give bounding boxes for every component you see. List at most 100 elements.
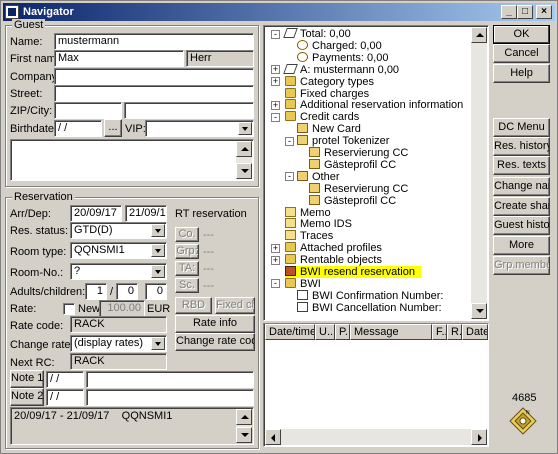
tree-item[interactable]: Rentable objects [285, 254, 382, 266]
col-header[interactable]: R.. [447, 324, 462, 340]
scroll-left-icon[interactable] [265, 429, 281, 445]
tree-item[interactable]: Gästeprofil CC [309, 194, 396, 207]
col-header[interactable]: Message [350, 324, 432, 340]
help-button[interactable]: Help [493, 64, 550, 83]
scroll-right-icon[interactable] [471, 429, 487, 445]
col-header[interactable]: F.. [432, 324, 447, 340]
collapse-icon[interactable]: - [271, 279, 280, 289]
tree-item[interactable]: BWI Cancellation Number: [297, 301, 442, 314]
expand-icon[interactable]: + [271, 100, 280, 110]
res-texts-button[interactable]: Res. texts [493, 156, 550, 175]
sc-button[interactable]: Sc. [175, 278, 199, 293]
close-button[interactable]: × [536, 5, 552, 19]
name-field[interactable]: mustermann [54, 33, 254, 50]
tree-scrollbar[interactable] [471, 27, 487, 319]
chevron-down-icon[interactable] [151, 244, 165, 257]
room-no-select[interactable]: ? [70, 263, 167, 280]
grp-button[interactable]: Grp: [175, 244, 199, 259]
tree-item[interactable]: Credit cards [285, 111, 359, 123]
message-grid[interactable]: Date/time U.. P.. Message F.. R.. Date [263, 323, 489, 447]
tree-item[interactable]: Payments: 0,00 [297, 51, 388, 64]
guest-notes-box[interactable] [10, 139, 254, 181]
tree-item[interactable]: A: mustermann 0,00 [283, 63, 399, 76]
res-history-button[interactable]: Res. history [493, 137, 550, 156]
adults-field[interactable]: 1 [85, 283, 107, 300]
collapse-icon[interactable]: - [271, 29, 280, 39]
children-field[interactable]: 0 [116, 283, 138, 300]
co-button[interactable]: Co. [175, 227, 199, 242]
birthdate-field[interactable]: / / [54, 120, 102, 137]
tree-item[interactable]: Fixed charges [285, 87, 369, 100]
ok-button[interactable]: OK [493, 25, 550, 44]
change-rate-code-button[interactable]: Change rate code [175, 333, 255, 351]
summary-scrollbar[interactable] [236, 409, 252, 443]
guest-notes-scrollbar[interactable] [236, 141, 252, 179]
cancel-button[interactable]: Cancel [493, 44, 550, 63]
note2-button[interactable]: Note 2: [10, 388, 44, 406]
collapse-icon[interactable]: - [285, 172, 294, 182]
expand-icon[interactable]: + [271, 65, 280, 75]
tree-item[interactable]: protel Tokenizer [297, 135, 389, 147]
tree-item[interactable]: Reservierung CC [309, 147, 408, 159]
chevron-down-icon[interactable] [238, 122, 252, 135]
change-name-button[interactable]: Change name [493, 177, 550, 196]
col-header[interactable]: Date [462, 324, 488, 340]
note1-date-field[interactable]: / / [46, 371, 84, 388]
change-rate-select[interactable]: (display rates) [70, 335, 167, 352]
new-rate-checkbox[interactable] [63, 303, 75, 315]
collapse-icon[interactable]: - [285, 136, 294, 146]
tree-item[interactable]: BWI resend reservation [285, 266, 421, 278]
more-button[interactable]: More [493, 236, 550, 255]
tree-item[interactable]: Other [297, 170, 340, 183]
tree-item[interactable]: Total: 0,00 [283, 28, 351, 40]
tree-item[interactable]: Traces [285, 230, 333, 242]
rate-amount-field[interactable]: 100.00 [99, 300, 145, 317]
scroll-up-icon[interactable] [236, 409, 252, 425]
grp-members-button[interactable]: Grp.members [493, 256, 550, 275]
tree-item[interactable]: Charged: 0,00 [297, 39, 382, 52]
vip-select[interactable] [145, 120, 254, 137]
expand-icon[interactable]: + [271, 255, 280, 265]
chevron-down-icon[interactable] [151, 224, 165, 237]
col-header[interactable]: Date/time [265, 324, 315, 340]
dc-menu-button[interactable]: DC Menu [493, 118, 550, 137]
fixed-charge-button[interactable]: Fixed ch [215, 297, 255, 314]
scroll-down-icon[interactable] [236, 163, 252, 179]
tree-item[interactable]: Attached profiles [285, 242, 382, 254]
tree-item[interactable]: BWI Confirmation Number: [297, 289, 443, 302]
maximize-button[interactable]: □ [517, 5, 533, 19]
tree-item[interactable]: Additional reservation information [285, 99, 463, 111]
note1-button[interactable]: Note 1: [10, 370, 44, 388]
tree-item[interactable]: Memo IDS [285, 218, 352, 230]
create-sharer-button[interactable]: Create sharer [493, 197, 550, 216]
zip-field[interactable] [54, 102, 122, 119]
scroll-down-icon[interactable] [236, 427, 252, 443]
chevron-down-icon[interactable] [151, 337, 165, 350]
chevron-down-icon[interactable] [151, 265, 165, 278]
tree-item[interactable]: New Card [297, 123, 361, 135]
city-field[interactable] [124, 102, 254, 119]
room-type-select[interactable]: QQNSMI1 [70, 242, 167, 259]
salutation-field[interactable]: Herr [186, 50, 254, 67]
note2-field[interactable] [86, 389, 254, 406]
minimize-button[interactable]: _ [501, 5, 517, 19]
grid-hscrollbar[interactable] [265, 429, 487, 445]
tree-item[interactable]: Category types [285, 75, 374, 88]
tree-item[interactable]: BWI [285, 277, 321, 290]
note2-date-field[interactable]: / / [46, 389, 84, 406]
scroll-up-icon[interactable] [471, 27, 487, 43]
col-header[interactable]: U.. [315, 324, 335, 340]
firstname-field[interactable]: Max [54, 50, 184, 67]
arrival-date-field[interactable]: 20/09/17 [70, 205, 122, 222]
children2-field[interactable]: 0 [145, 283, 167, 300]
note1-field[interactable] [86, 371, 254, 388]
rbd-button[interactable]: RBD [175, 297, 212, 314]
expand-icon[interactable]: + [271, 77, 280, 87]
street-field[interactable] [54, 85, 254, 102]
ta-button[interactable]: TA: [175, 261, 199, 276]
tree-item[interactable]: Gästeprofil CC [309, 158, 396, 171]
res-status-select[interactable]: GTD(D) [70, 222, 167, 239]
departure-date-field[interactable]: 21/09/17 [125, 205, 167, 222]
tree-item[interactable]: Reservierung CC [309, 182, 408, 195]
expand-icon[interactable]: + [271, 243, 280, 253]
